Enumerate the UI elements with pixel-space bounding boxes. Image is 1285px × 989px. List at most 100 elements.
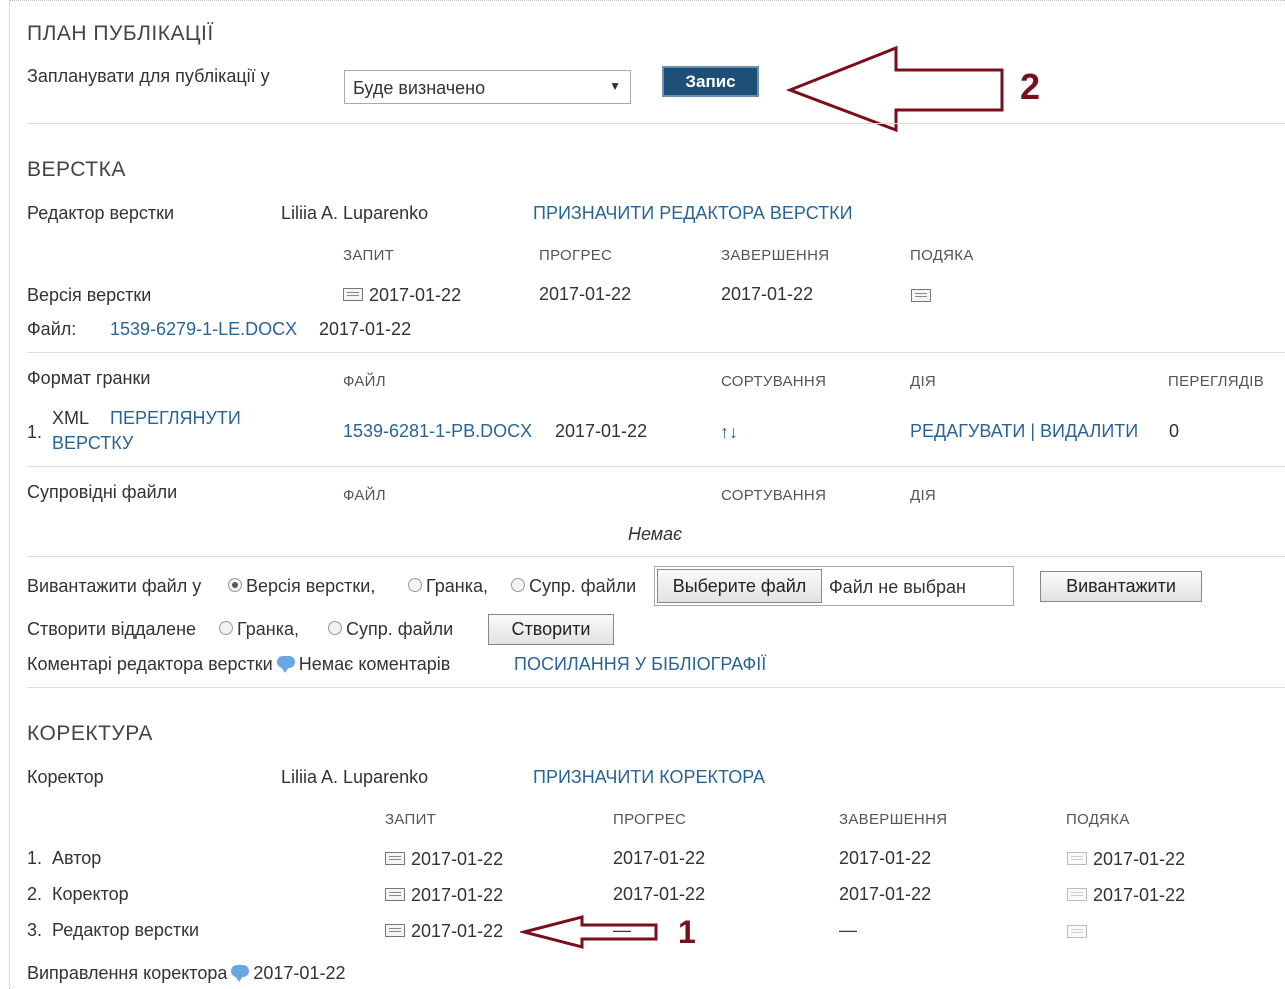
divider bbox=[27, 687, 1285, 688]
corrections-row: Виправлення коректора 2017-01-22 bbox=[27, 963, 345, 984]
radio-icon[interactable] bbox=[511, 578, 525, 593]
galley-format-label: Формат гранки bbox=[27, 368, 151, 388]
schedule-label: Запланувати для публікації у bbox=[27, 66, 270, 86]
radio-icon[interactable] bbox=[408, 578, 422, 593]
radio-selected-icon[interactable] bbox=[228, 578, 242, 593]
proof-row-author-progress: 2017-01-22 bbox=[613, 848, 706, 868]
layout-version-request-date: 2017-01-22 bbox=[369, 285, 462, 305]
radio-supp[interactable]: Супр. файли bbox=[511, 576, 636, 597]
row-number: 2. bbox=[27, 884, 43, 904]
email-icon[interactable] bbox=[343, 287, 363, 301]
galley-col-sort: СОРТУВАННЯ bbox=[721, 373, 827, 390]
no-file-text: Файл не выбран bbox=[829, 577, 966, 597]
comment-bubble-icon[interactable] bbox=[231, 965, 250, 983]
layout-file-date: 2017-01-22 bbox=[319, 319, 412, 339]
schedule-select[interactable]: Буде визначено ▼ bbox=[344, 70, 631, 104]
assign-proofreader-link[interactable]: ПРИЗНАЧИТИ КОРЕКТОРА bbox=[533, 767, 765, 788]
save-button[interactable]: Запис bbox=[662, 66, 759, 97]
email-icon[interactable] bbox=[385, 851, 405, 865]
annotation-number-1: 1 bbox=[678, 914, 696, 950]
assign-layout-editor-link[interactable]: ПРИЗНАЧИТИ РЕДАКТОРА ВЕРСТКИ bbox=[533, 203, 853, 224]
create-remote-label: Створити віддалене bbox=[27, 619, 197, 639]
supp-files-label: Супровідні файли bbox=[27, 482, 178, 502]
layout-version-request: 2017-01-22 bbox=[343, 285, 461, 306]
proof-row-proofreader-thanks: 2017-01-22 bbox=[1067, 885, 1185, 906]
radio-icon[interactable] bbox=[328, 621, 342, 636]
email-icon[interactable] bbox=[1067, 924, 1087, 938]
proof-row-author-request: 2017-01-22 bbox=[385, 849, 503, 870]
supp-col-file: ФАЙЛ bbox=[343, 487, 386, 504]
row-number: 3. bbox=[27, 920, 43, 940]
view-layout-link-cont[interactable]: ВЕРСТКУ bbox=[52, 433, 133, 454]
galley-col-file: ФАЙЛ bbox=[343, 373, 386, 390]
references-link[interactable]: ПОСИЛАННЯ У БІБЛІОГРАФІЇ bbox=[514, 654, 766, 675]
layout-editor-label: Редактор верстки bbox=[27, 203, 175, 223]
layout-file-link[interactable]: 1539-6279-1-LE.DOCX bbox=[110, 319, 297, 340]
proof-row-author: 1. Автор bbox=[27, 848, 101, 869]
proof-col-progress: ПРОГРЕС bbox=[613, 811, 687, 828]
comment-bubble-icon[interactable] bbox=[276, 656, 295, 674]
radio-icon[interactable] bbox=[219, 621, 233, 636]
email-icon[interactable] bbox=[911, 288, 931, 302]
upload-button-label: Вивантажити bbox=[1066, 576, 1176, 596]
corrections-label: Виправлення коректора bbox=[27, 963, 228, 983]
galley-row-format: XML bbox=[52, 408, 90, 428]
publication-plan-heading: ПЛАН ПУБЛІКАЦІЇ bbox=[27, 22, 214, 45]
galley-row-number: 1. bbox=[27, 422, 43, 442]
proof-col-request: ЗАПИТ bbox=[385, 811, 437, 828]
radio-version-label: Версія верстки, bbox=[246, 576, 376, 596]
layout-version-label: Версія верстки bbox=[27, 285, 152, 305]
email-icon[interactable] bbox=[1067, 887, 1087, 901]
file-input[interactable]: Выберите файл Файл не выбран bbox=[654, 566, 1014, 606]
layout-version-thanks bbox=[911, 286, 937, 307]
divider bbox=[27, 123, 1285, 124]
dropdown-arrow-icon: ▼ bbox=[609, 79, 621, 93]
col-request: ЗАПИТ bbox=[343, 247, 395, 264]
proofreading-heading: КОРЕКТУРА bbox=[27, 722, 153, 745]
thanks-date: 2017-01-22 bbox=[1093, 849, 1186, 869]
save-button-label: Запис bbox=[685, 72, 736, 91]
edit-delete-links[interactable]: РЕДАГУВАТИ | ВИДАЛИТИ bbox=[910, 421, 1138, 442]
view-layout-link[interactable]: ПЕРЕГЛЯНУТИ bbox=[110, 408, 241, 429]
remote-radio-supp[interactable]: Супр. файли bbox=[328, 619, 453, 640]
layout-version-progress: 2017-01-22 bbox=[539, 284, 632, 304]
proof-row-proofreader-request: 2017-01-22 bbox=[385, 885, 503, 906]
col-completion: ЗАВЕРШЕННЯ bbox=[721, 247, 830, 264]
email-icon[interactable] bbox=[385, 923, 405, 937]
proofreader-label: Коректор bbox=[27, 767, 104, 787]
supp-col-action: ДІЯ bbox=[910, 487, 937, 504]
email-icon[interactable] bbox=[385, 887, 405, 901]
layout-comments-value: Немає коментарів bbox=[298, 654, 451, 674]
col-progress: ПРОГРЕС bbox=[539, 247, 613, 264]
remote-radio-galley-label: Гранка, bbox=[237, 619, 299, 639]
proof-row-layout-editor-request: 2017-01-22 bbox=[385, 921, 503, 942]
radio-version[interactable]: Версія верстки, bbox=[228, 576, 375, 597]
radio-galley[interactable]: Гранка, bbox=[408, 576, 488, 597]
choose-file-button[interactable]: Выберите файл bbox=[657, 569, 822, 603]
sort-arrows-icon[interactable]: ↑↓ bbox=[720, 422, 738, 443]
proof-row-proofreader: 2. Коректор bbox=[27, 884, 129, 905]
galley-file-link[interactable]: 1539-6281-1-PB.DOCX bbox=[343, 421, 532, 442]
radio-galley-label: Гранка, bbox=[426, 576, 488, 596]
layout-version-completion: 2017-01-22 bbox=[721, 284, 814, 304]
proof-row-layout-editor: 3. Редактор верстки bbox=[27, 920, 199, 941]
upload-button[interactable]: Вивантажити bbox=[1040, 571, 1202, 602]
proof-col-thanks: ПОДЯКА bbox=[1066, 811, 1130, 828]
radio-supp-label: Супр. файли bbox=[529, 576, 637, 596]
row-role: Коректор bbox=[52, 884, 129, 904]
request-date: 2017-01-22 bbox=[411, 921, 504, 941]
proof-col-completion: ЗАВЕРШЕННЯ bbox=[839, 811, 948, 828]
email-icon[interactable] bbox=[1067, 851, 1087, 865]
remote-radio-galley[interactable]: Гранка, bbox=[219, 619, 299, 640]
proof-row-author-completion: 2017-01-22 bbox=[839, 848, 932, 868]
annotation-arrow-1 bbox=[520, 915, 658, 949]
layout-file-label: Файл: bbox=[27, 319, 77, 339]
layout-editor-name: Liliia A. Luparenko bbox=[281, 203, 429, 223]
page-frame bbox=[9, 0, 1285, 989]
create-button[interactable]: Створити bbox=[488, 614, 614, 645]
thanks-date: 2017-01-22 bbox=[1093, 885, 1186, 905]
row-role: Редактор верстки bbox=[52, 920, 200, 940]
supp-col-sort: СОРТУВАННЯ bbox=[721, 487, 827, 504]
create-button-label: Створити bbox=[511, 619, 591, 639]
galley-col-views: ПЕРЕГЛЯДІВ bbox=[1168, 373, 1265, 390]
